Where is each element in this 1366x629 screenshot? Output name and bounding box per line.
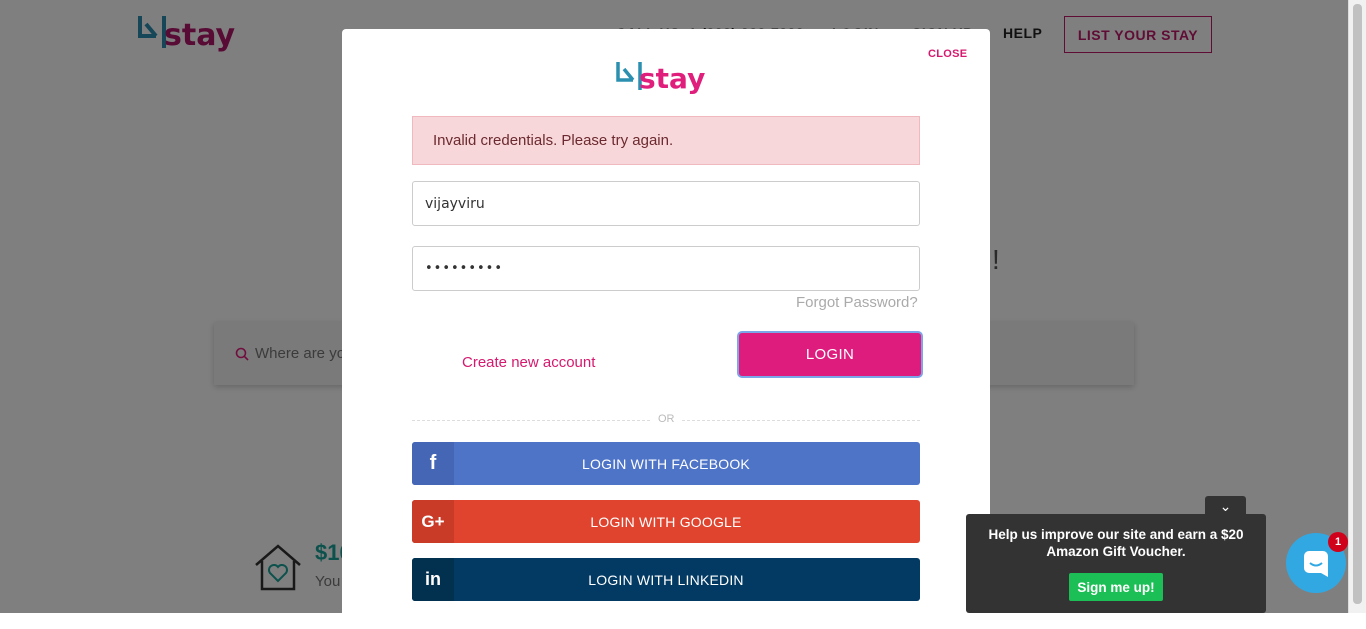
chat-notification-badge: 1 [1328,532,1348,552]
login-button[interactable]: LOGIN [739,333,921,376]
google-plus-icon: G+ [412,500,454,543]
chat-icon [1304,551,1328,577]
google-login-label: LOGIN WITH GOOGLE [590,513,742,530]
linkedin-login-button[interactable]: in LOGIN WITH LINKEDIN [412,558,920,601]
facebook-login-label: LOGIN WITH FACEBOOK [582,455,750,472]
google-login-button[interactable]: G+ LOGIN WITH GOOGLE [412,500,920,543]
chevron-down-icon: ⌄ [1219,498,1232,514]
forgot-password-link[interactable]: Forgot Password? [796,294,918,311]
facebook-icon: f [412,442,454,485]
page-scrollbar[interactable] [1348,0,1366,613]
modal-logo: stay [615,60,719,100]
popup-collapse-toggle[interactable]: ⌄ [1205,496,1246,516]
password-field[interactable]: ••••••••• [412,246,920,291]
popup-message: Help us improve our site and earn a $20 … [988,527,1244,559]
linkedin-login-label: LOGIN WITH LINKEDIN [588,571,744,588]
close-button[interactable]: CLOSE [928,48,967,60]
or-label: OR [652,413,681,425]
error-alert: Invalid credentials. Please try again. [412,116,920,165]
create-account-link[interactable]: Create new account [462,354,595,371]
facebook-login-button[interactable]: f LOGIN WITH FACEBOOK [412,442,920,485]
sign-me-up-button[interactable]: Sign me up! [1069,573,1163,601]
username-field[interactable]: vijayviru [412,181,920,226]
modal-logo-text: stay [639,62,706,95]
linkedin-icon: in [412,558,454,601]
scrollbar-thumb[interactable] [1353,4,1362,604]
